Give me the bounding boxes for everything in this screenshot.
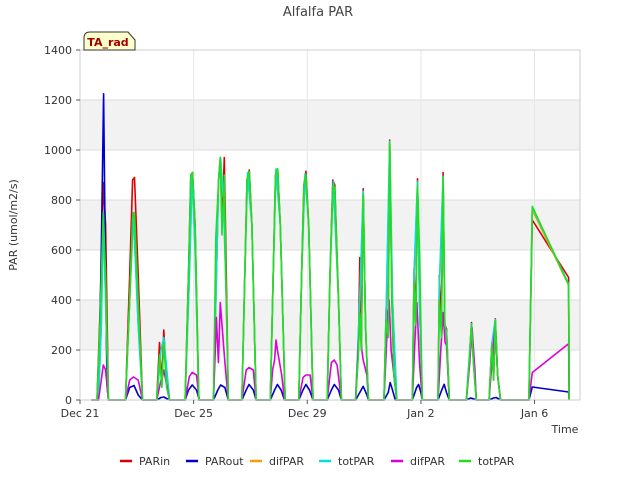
legend: PARin PARout difPAR totPAR difPAR totPAR	[120, 455, 515, 468]
legend-label: difPAR	[410, 455, 445, 468]
x-axis-label: Time	[551, 423, 579, 436]
x-tick-label: Dec 21	[61, 407, 100, 420]
legend-label: totPAR	[478, 455, 515, 468]
chart-title: Alfalfa PAR	[283, 5, 353, 20]
legend-item: totPAR	[319, 455, 375, 468]
legend-label: PARin	[139, 455, 170, 468]
y-tick-label: 1200	[44, 94, 72, 107]
x-tick-label: Dec 29	[288, 407, 327, 420]
legend-label: PARout	[205, 455, 244, 468]
series-line-5	[91, 141, 570, 401]
x-tick-label: Jan 6	[520, 407, 548, 420]
legend-item: difPAR	[250, 455, 304, 468]
y-axis-label: PAR (umol/m2/s)	[7, 179, 20, 271]
y-tick-label: 1400	[44, 44, 72, 57]
y-tick-label: 200	[51, 344, 72, 357]
legend-label: difPAR	[269, 455, 304, 468]
grid-band	[80, 100, 580, 150]
chart-svg: Alfalfa PAR 0 200 400 600 800 1000 1200 1400 Dec…	[7, 5, 581, 468]
grid-band	[80, 200, 580, 250]
x-tick-label: Jan 2	[406, 407, 434, 420]
legend-label: totPAR	[338, 455, 375, 468]
y-tick-label: 600	[51, 244, 72, 257]
y-tick-label: 0	[65, 394, 72, 407]
legend-item: PARin	[120, 455, 170, 468]
badge-label: TA_rad	[87, 36, 128, 49]
legend-item: difPAR	[391, 455, 445, 468]
y-tick-label: 800	[51, 194, 72, 207]
ta-rad-badge: TA_rad	[83, 31, 136, 51]
legend-item: PARout	[186, 455, 244, 468]
y-tick-label: 1000	[44, 144, 72, 157]
plot-background	[80, 100, 580, 350]
x-tick-label: Dec 25	[174, 407, 213, 420]
legend-item: totPAR	[459, 455, 515, 468]
y-tick-label: 400	[51, 294, 72, 307]
